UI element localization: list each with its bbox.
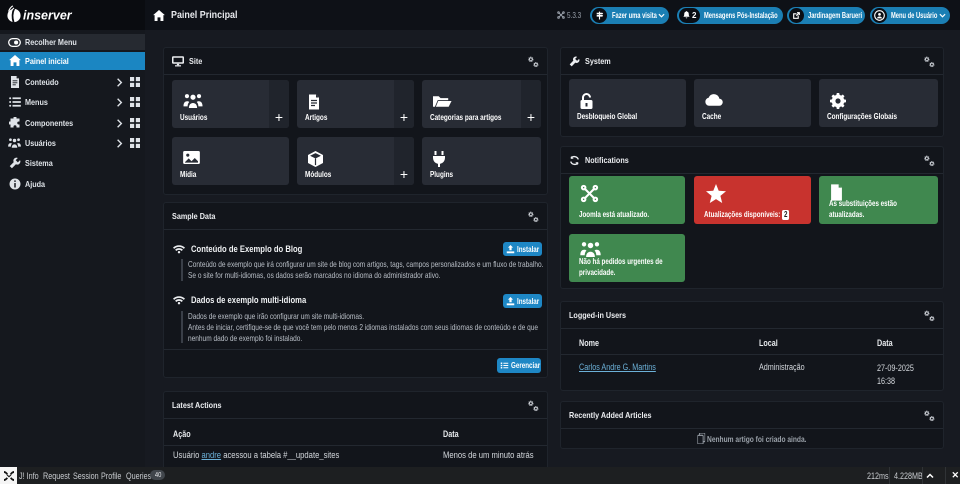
svg-text:inserver: inserver xyxy=(23,9,73,23)
